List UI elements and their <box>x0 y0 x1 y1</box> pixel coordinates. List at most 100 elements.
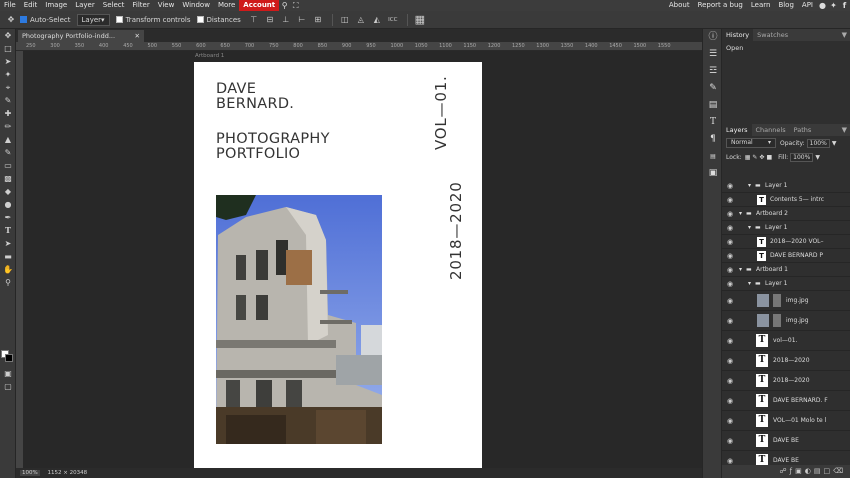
menu-image[interactable]: Image <box>41 0 71 11</box>
expand-arrow-icon[interactable]: ▾ <box>748 179 751 193</box>
tab-layers[interactable]: Layers <box>722 124 752 136</box>
layer-row[interactable]: ◉ T DAVE BERNARD P <box>722 249 850 263</box>
visibility-eye-icon[interactable]: ◉ <box>725 193 735 207</box>
layer-mask-thumbnail[interactable] <box>773 314 781 327</box>
tab-paths[interactable]: Paths <box>790 124 816 136</box>
layer-row[interactable]: ◉ T DAVE BERNARD. F <box>722 391 850 411</box>
hand-tool-icon[interactable]: ✋ <box>0 263 16 276</box>
tab-channels[interactable]: Channels <box>752 124 790 136</box>
type-tool-icon[interactable]: T <box>0 224 16 237</box>
history-brush-tool-icon[interactable]: ✎ <box>0 146 16 159</box>
history-panel-icon[interactable]: ▤ <box>703 97 723 114</box>
move-tool-icon[interactable]: ✥ <box>4 13 18 27</box>
dodge-tool-icon[interactable]: ● <box>0 198 16 211</box>
collapse-icon[interactable]: ▼ <box>842 29 847 41</box>
building-photo[interactable] <box>216 195 382 444</box>
expand-arrow-icon[interactable]: ▾ <box>739 207 742 221</box>
menu-filter[interactable]: Filter <box>128 0 153 11</box>
lasso-tool-icon[interactable]: ➤ <box>0 55 16 68</box>
align-middle-icon[interactable]: ⊟ <box>263 13 277 27</box>
fullscreen-icon[interactable]: ⛶ <box>290 0 301 11</box>
icc-icon[interactable]: ICC <box>386 13 400 27</box>
visibility-eye-icon[interactable]: ◉ <box>725 391 735 411</box>
align-bottom-icon[interactable]: ⊥ <box>279 13 293 27</box>
background-color-swatch[interactable] <box>5 354 13 362</box>
layer-row[interactable]: ◉ T 2018—2020 VOL– <box>722 235 850 249</box>
transform-controls-checkbox[interactable] <box>115 16 123 23</box>
expand-arrow-icon[interactable]: ▾ <box>739 263 742 277</box>
screen-mode-icon[interactable]: ▢ <box>0 380 16 393</box>
fill-arrow-icon[interactable]: ▼ <box>815 154 820 161</box>
artboard-label[interactable]: Artboard 1 <box>195 53 224 59</box>
add-mask-icon[interactable]: ▣ <box>795 467 805 475</box>
visibility-eye-icon[interactable]: ◉ <box>725 411 735 431</box>
distribute-center-icon[interactable]: ◬ <box>354 13 368 27</box>
auto-select-toggle[interactable]: Auto-Select <box>20 16 71 24</box>
menu-more[interactable]: More <box>214 0 239 11</box>
visibility-eye-icon[interactable]: ◉ <box>725 371 735 391</box>
auto-select-checkbox[interactable] <box>20 16 27 23</box>
magic-wand-tool-icon[interactable]: ✦ <box>0 68 16 81</box>
expand-arrow-icon[interactable]: ▾ <box>748 221 751 235</box>
menu-api[interactable]: API <box>798 0 817 11</box>
distances-checkbox[interactable] <box>196 16 204 23</box>
menu-file[interactable]: File <box>0 0 20 11</box>
link-layers-icon[interactable]: ☍ <box>780 467 790 475</box>
artboard-name-text[interactable]: DAVE BERNARD. <box>216 82 294 112</box>
blend-mode-dropdown[interactable]: Normal ▾ <box>726 138 776 148</box>
align-center-icon[interactable]: ⊞ <box>311 13 325 27</box>
paragraph-icon[interactable]: ¶ <box>703 131 723 148</box>
shape-tool-icon[interactable]: ▬ <box>0 250 16 263</box>
pen-tool-icon[interactable]: ✒ <box>0 211 16 224</box>
layer-row[interactable]: ◉ img.jpg <box>722 311 850 331</box>
menu-view[interactable]: View <box>154 0 179 11</box>
reddit-icon[interactable]: ● <box>817 0 828 11</box>
visibility-eye-icon[interactable]: ◉ <box>725 235 735 249</box>
vol-text[interactable]: VOL—01. <box>432 75 450 150</box>
layer-row[interactable]: ◉ T DAVE BE <box>722 451 850 465</box>
layer-row[interactable]: ◉ ▾ ▬ Layer 1 <box>722 221 850 235</box>
lock-move-icon[interactable]: ✥ <box>759 154 764 161</box>
blur-tool-icon[interactable]: ◆ <box>0 185 16 198</box>
visibility-eye-icon[interactable]: ◉ <box>725 311 735 331</box>
history-item[interactable]: Open <box>726 44 846 52</box>
layer-row[interactable]: ◉ T 2018—2020 <box>722 371 850 391</box>
eraser-tool-icon[interactable]: ▭ <box>0 159 16 172</box>
adjustment-layer-icon[interactable]: ◐ <box>805 467 814 475</box>
document-tab[interactable]: Photography Portfolio-indd... ✕ <box>18 30 144 42</box>
transform-controls-toggle[interactable]: Transform controls <box>115 16 191 24</box>
layer-mask-thumbnail[interactable] <box>773 294 781 307</box>
zoom-level[interactable]: 100% <box>20 470 40 476</box>
new-layer-icon[interactable]: □ <box>823 467 833 475</box>
menu-account[interactable]: Account <box>239 0 280 11</box>
artboard[interactable]: DAVE BERNARD. PHOTOGRAPHY PORTFOLIO VOL—… <box>194 62 482 468</box>
layer-row[interactable]: ◉ ▾ ▬ Artboard 1 <box>722 263 850 277</box>
lock-all-icon[interactable]: ■ <box>766 154 772 161</box>
visibility-eye-icon[interactable]: ◉ <box>725 249 735 263</box>
opacity-input[interactable]: 100% <box>806 138 830 148</box>
layer-row[interactable]: ◉ T DAVE BE <box>722 431 850 451</box>
artboard-subtitle-text[interactable]: PHOTOGRAPHY PORTFOLIO <box>216 132 330 162</box>
fill-input[interactable]: 100% <box>790 152 814 162</box>
adjustments-icon[interactable]: ☲ <box>703 63 723 80</box>
distances-toggle[interactable]: Distances <box>196 16 241 24</box>
visibility-eye-icon[interactable]: ◉ <box>725 331 735 351</box>
menu-window[interactable]: Window <box>178 0 214 11</box>
layer-row[interactable]: ◉ ▾ ▬ Artboard 2 <box>722 207 850 221</box>
delete-layer-icon[interactable]: ⌫ <box>833 467 846 475</box>
collapse-icon[interactable]: ▼ <box>842 124 847 136</box>
twitter-icon[interactable]: ✦ <box>828 0 839 11</box>
visibility-eye-icon[interactable]: ◉ <box>725 277 735 291</box>
auto-select-target-dropdown[interactable]: Layer ▾ <box>76 13 110 26</box>
visibility-eye-icon[interactable]: ◉ <box>725 207 735 221</box>
close-icon[interactable]: ✕ <box>135 30 140 42</box>
quick-mask-icon[interactable]: ▣ <box>0 367 16 380</box>
distribute-right-icon[interactable]: ◭ <box>370 13 384 27</box>
visibility-eye-icon[interactable]: ◉ <box>725 451 735 465</box>
expand-arrow-icon[interactable]: ▾ <box>748 277 751 291</box>
healing-tool-icon[interactable]: ✚ <box>0 107 16 120</box>
tab-swatches[interactable]: Swatches <box>753 29 792 41</box>
brush-settings-icon[interactable]: ✎ <box>703 80 723 97</box>
marquee-tool-icon[interactable]: □ <box>0 42 16 55</box>
visibility-eye-icon[interactable]: ◉ <box>725 431 735 451</box>
